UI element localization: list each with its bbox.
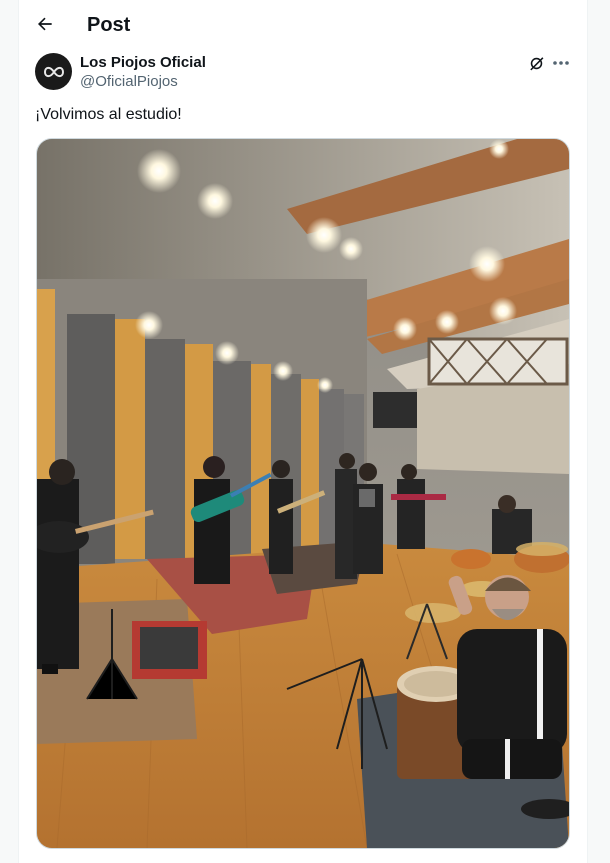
post-text: ¡Volvimos al estudio! — [35, 106, 182, 123]
more-options-button[interactable] — [549, 53, 573, 73]
post-header: Post — [19, 0, 587, 52]
more-horizontal-icon — [553, 61, 569, 65]
post-photo[interactable] — [36, 138, 570, 849]
grok-icon — [529, 56, 543, 70]
author-handle[interactable]: @OficialPiojos — [80, 73, 178, 90]
grok-button[interactable] — [526, 53, 546, 73]
back-button[interactable] — [29, 8, 61, 40]
arrow-left-icon — [38, 17, 52, 31]
infinity-logo-icon — [43, 66, 64, 77]
avatar[interactable] — [35, 53, 72, 90]
author-display-name[interactable]: Los Piojos Oficial — [80, 54, 206, 71]
post-column: Post Los Piojos Oficial @OficialPiojos ¡… — [18, 0, 588, 863]
page-title: Post — [87, 14, 131, 36]
